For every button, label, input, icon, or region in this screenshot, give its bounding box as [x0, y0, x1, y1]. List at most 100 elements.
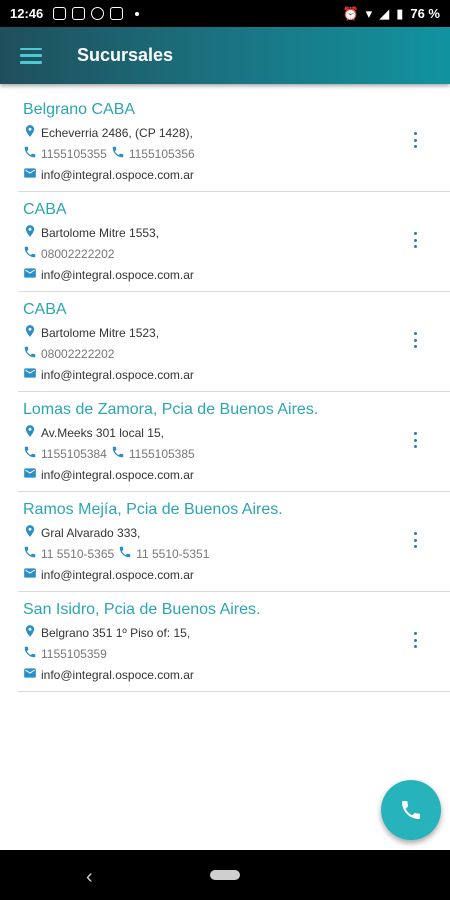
branch-item[interactable]: Ramos Mejía, Pcia de Buenos Aires. Gral A…: [18, 492, 450, 592]
location-pin-icon: [23, 624, 41, 641]
battery-level: 76 %: [410, 6, 440, 21]
more-options-icon[interactable]: [410, 532, 420, 548]
branch-email[interactable]: info@integral.ospoce.com.ar: [41, 268, 194, 282]
phone-icon: [23, 145, 41, 162]
battery-icon: ▮: [396, 5, 404, 21]
branch-name: CABA: [23, 301, 67, 318]
phone-icon: [23, 445, 41, 462]
branch-phone[interactable]: 08002222202: [41, 247, 114, 261]
branch-address-row: Gral Alvarado 333,: [23, 522, 450, 543]
location-pin-icon: [23, 124, 41, 141]
email-icon: [23, 266, 41, 283]
navigation-bar: ‹: [0, 850, 450, 900]
branch-name: CABA: [23, 201, 67, 218]
email-icon: [23, 666, 41, 683]
more-options-icon[interactable]: [410, 632, 420, 648]
email-icon: [23, 566, 41, 583]
branch-item[interactable]: San Isidro, Pcia de Buenos Aires. Belgran…: [18, 592, 450, 692]
alarm-icon: ⏰: [342, 5, 359, 21]
branch-address-row: Belgrano 351 1º Piso of: 15,: [23, 622, 450, 643]
branch-address: Echeverria 2486, (CP 1428),: [41, 125, 193, 140]
branch-phone[interactable]: 1155105385: [129, 447, 195, 461]
branch-address-row: Bartolome Mitre 1553,: [23, 222, 450, 243]
branch-phone[interactable]: 11 5510-5365: [41, 547, 114, 561]
branch-email-row: info@integral.ospoce.com.ar: [23, 564, 450, 585]
branch-phone-row: 1155105359: [23, 643, 450, 664]
branch-email-row: info@integral.ospoce.com.ar: [23, 464, 450, 485]
branch-phone-row: 08002222202: [23, 243, 450, 264]
branch-address: Av.Meeks 301 local 15,: [41, 425, 164, 440]
branch-email-row: info@integral.ospoce.com.ar: [23, 364, 450, 385]
phone-icon: [111, 145, 129, 162]
phone-icon: [23, 645, 41, 662]
branch-name: San Isidro, Pcia de Buenos Aires.: [23, 601, 261, 618]
branch-email-row: info@integral.ospoce.com.ar: [23, 164, 450, 185]
branch-list: Belgrano CABA Echeverria 2486, (CP 1428),…: [18, 92, 450, 692]
back-nav-icon[interactable]: ‹: [86, 866, 93, 889]
instagram-icon: [72, 7, 86, 20]
branch-item[interactable]: CABA Bartolome Mitre 1523, 08002222202 info…: [18, 292, 450, 392]
more-notifications-icon: [135, 11, 140, 16]
home-nav-button[interactable]: [210, 870, 240, 880]
branch-address: Bartolome Mitre 1553,: [41, 225, 160, 240]
status-bar: 12:46 ⏰ ▾ ◢ ▮ 76 %: [0, 0, 450, 27]
phone-icon: [23, 245, 41, 262]
branch-name: Ramos Mejía, Pcia de Buenos Aires.: [23, 501, 283, 518]
email-icon: [23, 366, 41, 383]
more-options-icon[interactable]: [410, 432, 420, 448]
branch-item[interactable]: Belgrano CABA Echeverria 2486, (CP 1428),…: [18, 92, 450, 192]
wifi-icon: ▾: [365, 5, 373, 21]
branch-email[interactable]: info@integral.ospoce.com.ar: [41, 468, 194, 482]
branch-email[interactable]: info@integral.ospoce.com.ar: [41, 668, 194, 682]
branch-phone[interactable]: 1155105356: [129, 147, 195, 161]
hamburger-menu-icon[interactable]: [20, 47, 42, 64]
branch-phone[interactable]: 1155105359: [41, 647, 107, 661]
branch-item[interactable]: Lomas de Zamora, Pcia de Buenos Aires. Av…: [18, 392, 450, 492]
email-icon: [23, 466, 41, 483]
notification-icon: [53, 7, 67, 20]
branch-email[interactable]: info@integral.ospoce.com.ar: [41, 168, 194, 182]
whatsapp-icon: [91, 7, 105, 20]
phone-icon: [23, 345, 41, 362]
branch-address: Gral Alvarado 333,: [41, 525, 141, 540]
phone-icon: [118, 545, 136, 562]
branch-phone[interactable]: 1155105355: [41, 147, 107, 161]
phone-icon: [111, 445, 129, 462]
branch-item[interactable]: CABA Bartolome Mitre 1553, 08002222202 info…: [18, 192, 450, 292]
location-pin-icon: [23, 424, 41, 441]
more-options-icon[interactable]: [410, 132, 420, 148]
notification-icons: [53, 7, 140, 20]
signal-icon: ◢: [379, 5, 390, 21]
branch-address: Bartolome Mitre 1523,: [41, 325, 160, 340]
branch-address-row: Bartolome Mitre 1523,: [23, 322, 450, 343]
cast-icon: [110, 7, 124, 20]
branch-name: Belgrano CABA: [23, 101, 136, 118]
branch-address-row: Av.Meeks 301 local 15,: [23, 422, 450, 443]
branch-phone[interactable]: 08002222202: [41, 347, 114, 361]
location-pin-icon: [23, 324, 41, 341]
branch-phone-row: 1155105384 1155105385: [23, 443, 450, 464]
branch-phone-row: 08002222202: [23, 343, 450, 364]
branch-email[interactable]: info@integral.ospoce.com.ar: [41, 368, 194, 382]
branch-phone[interactable]: 11 5510-5351: [136, 547, 209, 561]
system-icons: ⏰ ▾ ◢ ▮ 76 %: [342, 6, 440, 22]
branch-name: Lomas de Zamora, Pcia de Buenos Aires.: [23, 401, 319, 418]
branch-phone[interactable]: 1155105384: [41, 447, 107, 461]
more-options-icon[interactable]: [410, 332, 420, 348]
branch-email-row: info@integral.ospoce.com.ar: [23, 664, 450, 685]
page-title: Sucursales: [77, 45, 174, 65]
more-options-icon[interactable]: [410, 232, 420, 248]
branch-email[interactable]: info@integral.ospoce.com.ar: [41, 568, 194, 582]
branch-phone-row: 11 5510-5365 11 5510-5351: [23, 543, 450, 564]
location-pin-icon: [23, 224, 41, 241]
branch-address-row: Echeverria 2486, (CP 1428),: [23, 122, 450, 143]
location-pin-icon: [23, 524, 41, 541]
branch-email-row: info@integral.ospoce.com.ar: [23, 264, 450, 285]
app-bar: Sucursales: [0, 27, 450, 84]
branch-address: Belgrano 351 1º Piso of: 15,: [41, 625, 191, 640]
email-icon: [23, 166, 41, 183]
phone-icon: [402, 801, 420, 819]
call-fab-button[interactable]: [381, 780, 441, 840]
phone-icon: [23, 545, 41, 562]
branch-phone-row: 1155105355 1155105356: [23, 143, 450, 164]
